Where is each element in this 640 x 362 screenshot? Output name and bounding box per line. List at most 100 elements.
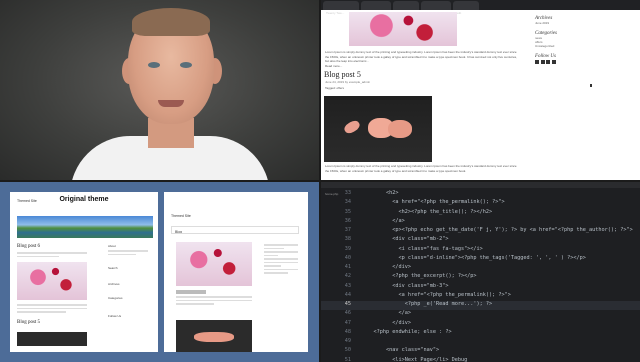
code-line[interactable]: 46 </a> [321,310,640,319]
mock-sidebar-lines [264,244,298,276]
browser-tab[interactable]: Posts [393,1,419,15]
code-line[interactable]: 50 <nav class="nav"> [321,347,640,356]
code-line[interactable]: 49 [321,338,640,347]
tab-label: Twenty Twe... [326,11,345,15]
code-line[interactable]: 43 <div class="mb-3"> [321,283,640,292]
code-text[interactable]: <?php the_excerpt(); ?></p> [361,273,476,279]
browser-window: Twenty Twe... Customize Posts Edit Post … [321,0,640,180]
line-number: 36 [344,217,351,224]
category-link[interactable]: Uncategorized [535,44,625,48]
post-excerpt: Lorem Ipsum is simply dummy text of the … [325,164,517,173]
code-editor[interactable]: home.php 33 <h2> 34 <a href="<?php the_pe… [321,182,640,362]
mock-sidebar-heading: Archives [108,282,120,286]
linkedin-icon[interactable] [551,60,556,64]
theme-comparison-panel: Themed Site Blog post 6 Blog post 5 Abou… [0,182,319,362]
mock-post-title: Blog post 5 [17,320,41,325]
code-text[interactable]: <p><?php echo get_the_date('F j, Y'); ?>… [361,227,633,233]
original-theme-screenshot: Themed Site Blog post 6 Blog post 5 Abou… [10,192,158,352]
code-line[interactable]: 40 <p class="d-inline"><?php the_tags('T… [321,255,640,264]
code-text[interactable]: <div class="mb-2"> [361,236,448,242]
line-number: 39 [344,245,351,252]
code-text[interactable]: </a> [361,310,411,316]
mock-text-lines [17,252,87,259]
facebook-icon[interactable] [535,60,539,64]
code-text[interactable]: </div> [361,320,411,326]
post-excerpt: Lorem Ipsum is simply dummy text of the … [325,50,517,63]
code-line[interactable]: 35 <h2><?php the_title(); ?></h2> [321,209,640,218]
mock-sidebar-heading: Search [108,266,118,270]
code-text[interactable]: <h2> [361,190,399,196]
line-number: 43 [344,282,351,289]
code-text[interactable]: <a href="<?php the_permalink(); ?>"> [361,292,510,298]
code-text[interactable]: <p class="d-inline"><?php the_tags('Tagg… [361,255,585,261]
code-line[interactable]: 33 <h2> [321,190,640,199]
code-text[interactable]: </a> [361,218,405,224]
line-number: 46 [344,310,351,317]
mouse-cursor [590,84,592,87]
code-line[interactable]: 44 <a href="<?php the_permalink(); ?>"> [321,292,640,301]
code-line[interactable]: 48 <?php endwhile; else : ?> [321,329,640,338]
browser-tab[interactable]: Edit Post [421,1,451,15]
mock-sidebar-heading: Categories [108,296,123,300]
code-line[interactable]: 39 <i class="fas fa-tags"></i> [321,246,640,255]
code-line[interactable]: 38 <div class="mb-2"> [321,236,640,245]
browser-tab[interactable]: Twenty Twe... [323,1,359,15]
browser-tab[interactable]: Customize [361,1,391,15]
code-text[interactable]: <i class="fas fa-tags"></i> [361,246,482,252]
code-text[interactable]: <div class="mb-3"> [361,283,448,289]
code-text[interactable]: <?php _e('Read more...'); ?> [361,301,492,307]
line-number: 33 [344,190,351,196]
header-image-lake [17,216,153,238]
comparison-title: Original theme [59,196,109,203]
post-tags: Tagged: offers [325,86,344,90]
code-line[interactable]: 45 <?php _e('Read more...'); ?> [321,301,640,311]
code-line[interactable]: 37 <p><?php echo get_the_date('F j, Y');… [321,227,640,236]
webcam-feed [0,0,319,180]
post-title[interactable]: Blog post 5 [324,70,361,79]
code-line[interactable]: 42 <?php the_excerpt(); ?></p> [321,273,640,282]
code-line[interactable]: 34 <a href="<?php the_permalink(); ?>"> [321,199,640,208]
instagram-icon[interactable] [546,60,550,64]
browser-tab[interactable]: Edit [453,1,479,15]
code-text[interactable]: <nav class="nav"> [361,347,439,353]
code-text[interactable]: <a href="<?php the_permalink(); ?>"> [361,199,504,205]
code-line[interactable]: 47 </div> [321,320,640,329]
code-line[interactable]: 36 </a> [321,218,640,227]
mock-post-title: Blog post 6 [17,244,41,249]
code-area[interactable]: 33 <h2> 34 <a href="<?php the_permalink()… [321,190,640,362]
mock-sidebar-heading: About [108,244,116,248]
line-number: 42 [344,273,351,280]
blog-sidebar: Archives June 2019 Categories news offer… [535,16,625,64]
code-text[interactable]: <li>Next Page</li> Debug [361,357,467,362]
follow-heading: Follow Us [535,54,556,59]
macaron-shape [342,118,362,136]
presenter-eye [180,62,192,68]
presenter-hair [132,8,210,36]
archives-link[interactable]: June 2019 [535,21,625,25]
mock-nav-bar [171,226,299,234]
code-text[interactable]: <h2><?php the_title(); ?></h2> [361,209,492,215]
twitter-icon[interactable] [540,60,545,64]
line-number: 45 [344,301,351,307]
macaron-shape [194,332,234,342]
line-number: 47 [344,319,351,326]
line-number: 41 [344,264,351,270]
line-number: 51 [344,356,351,362]
mock-post-image [176,242,252,286]
mock-text-lines [176,290,252,307]
read-more-link[interactable]: Read more... [325,64,342,68]
macaron-shape [388,120,412,138]
line-number: 40 [344,254,351,261]
code-text[interactable]: </div> [361,264,411,270]
new-theme-screenshot: Themed Site Blog [164,192,308,352]
code-line[interactable]: 51 <li>Next Page</li> Debug [321,357,640,362]
line-number: 44 [344,291,351,298]
site-title: Themed Site [171,214,191,218]
code-line[interactable]: 41 </div> [321,264,640,273]
code-text[interactable]: <?php endwhile; else : ?> [361,329,451,335]
post-featured-image [349,12,457,46]
mock-post-image-dark [17,332,87,346]
mock-text-lines [108,250,148,257]
post-featured-image-macarons [324,96,432,162]
line-number: 35 [344,208,351,215]
